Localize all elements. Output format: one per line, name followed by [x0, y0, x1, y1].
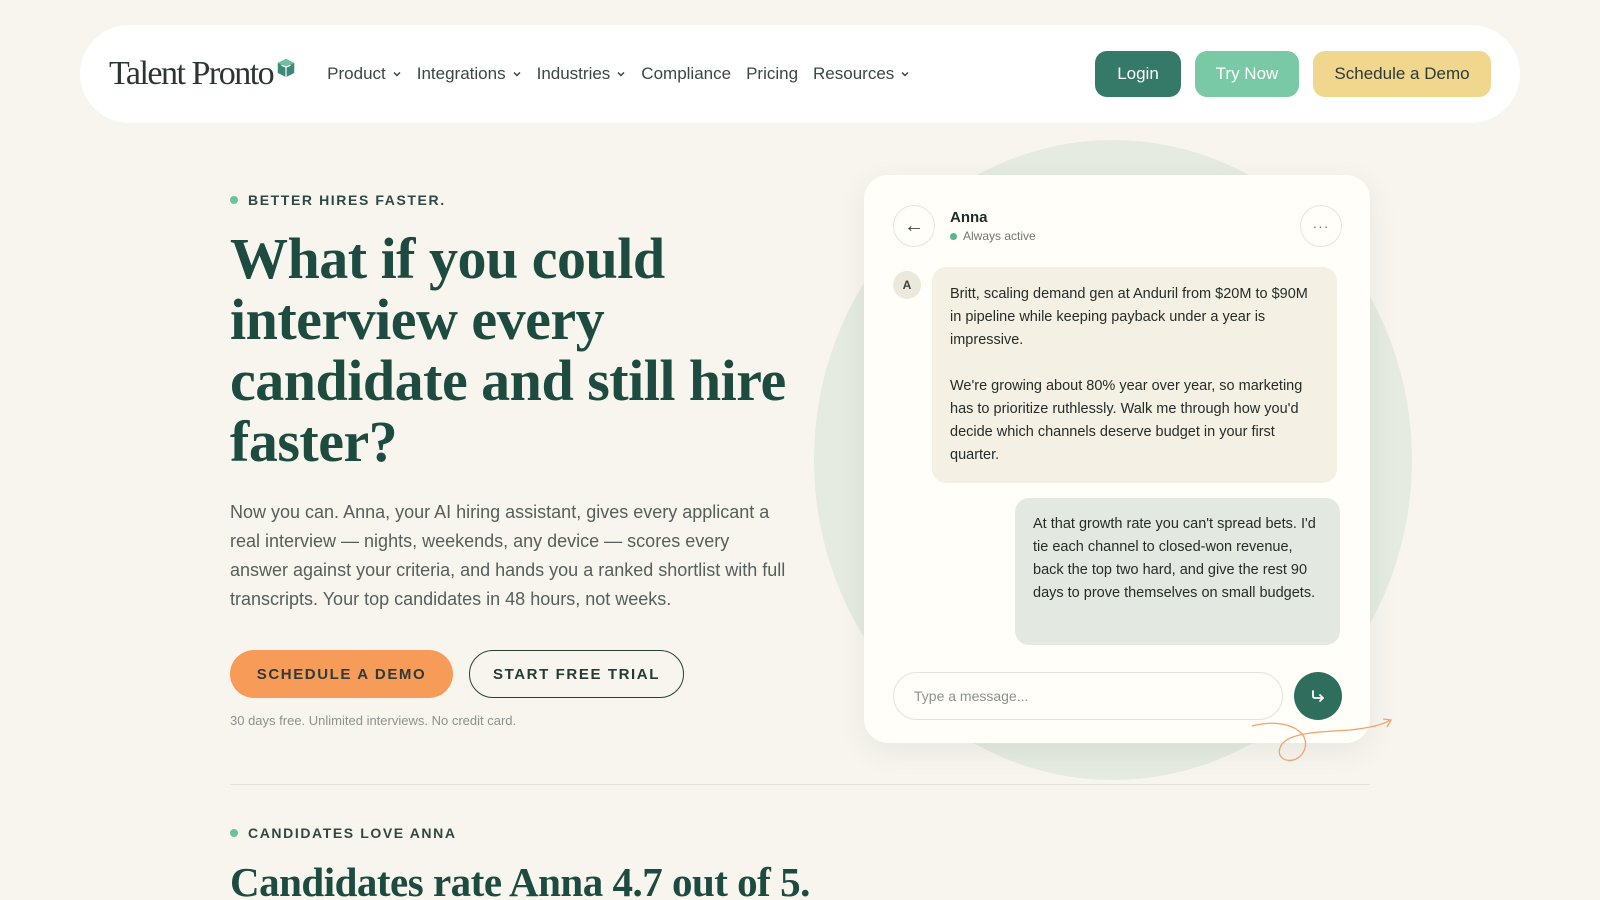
schedule-demo-nav-button[interactable]: Schedule a Demo: [1313, 51, 1491, 97]
section-eyebrow: CANDIDATES LOVE ANNA: [230, 825, 457, 841]
main-menu: Product Integrations Industries Complian…: [327, 64, 910, 84]
arrow-left-icon[interactable]: ←: [893, 205, 935, 247]
start-free-trial-button[interactable]: START FREE TRIAL: [469, 650, 684, 698]
nav-item-label: Pricing: [746, 64, 799, 83]
nav-item-label: Industries: [536, 64, 611, 83]
nav-item-label: Integrations: [416, 64, 506, 83]
hero-eyebrow-text: BETTER HIRES FASTER.: [248, 192, 446, 208]
top-nav: Talent Pronto Product Integrations Indus…: [80, 25, 1520, 123]
incoming-message-paragraph: Britt, scaling demand gen at Anduril fro…: [950, 286, 1308, 348]
hero-eyebrow: BETTER HIRES FASTER.: [230, 192, 446, 208]
section-title: Candidates rate Anna 4.7 out of 5.: [230, 859, 810, 900]
logo-text: Talent Pronto: [109, 55, 275, 92]
message-input[interactable]: [893, 672, 1283, 720]
login-button[interactable]: Login: [1095, 51, 1181, 97]
chat-contact-name: Anna: [950, 209, 988, 226]
section-eyebrow-text: CANDIDATES LOVE ANNA: [248, 825, 457, 841]
chevron-down-icon: [901, 71, 909, 77]
nav-item-industries[interactable]: Industries: [537, 64, 627, 84]
nav-item-label: Product: [327, 64, 386, 83]
send-button[interactable]: [1294, 672, 1342, 720]
eyebrow-dot: [230, 196, 238, 204]
chevron-down-icon: [617, 71, 625, 77]
chat-status: Always active: [950, 229, 1036, 243]
nav-item-pricing[interactable]: Pricing: [746, 64, 798, 84]
nav-item-compliance[interactable]: Compliance: [641, 64, 731, 84]
hero-description: Now you can. Anna, your AI hiring assist…: [230, 502, 786, 609]
nav-item-integrations[interactable]: Integrations: [417, 64, 522, 84]
chat-window: ← Anna Always active ··· A Britt, scalin…: [864, 175, 1370, 743]
nav-item-resources[interactable]: Resources: [813, 64, 910, 84]
brand-logo[interactable]: Talent Pronto: [109, 57, 297, 91]
send-icon: [1312, 690, 1324, 702]
incoming-message: Britt, scaling demand gen at Anduril fro…: [932, 267, 1337, 483]
nav-actions: Login Try Now Schedule a Demo: [1095, 51, 1491, 97]
outgoing-message: At that growth rate you can't spread bet…: [1015, 498, 1340, 645]
hero-title: What if you could interview every candid…: [230, 226, 786, 474]
eyebrow-dot: [230, 829, 238, 837]
hero-fineprint: 30 days free. Unlimited interviews. No c…: [230, 713, 517, 728]
nav-item-product[interactable]: Product: [327, 64, 402, 84]
nav-item-label: Resources: [813, 64, 895, 83]
nav-item-label: Compliance: [641, 64, 732, 83]
incoming-message-paragraph: We're growing about 80% year over year, …: [950, 378, 1303, 463]
more-horizontal-icon[interactable]: ···: [1300, 205, 1342, 247]
section-divider: [230, 784, 1370, 785]
try-now-button[interactable]: Try Now: [1195, 51, 1299, 97]
schedule-demo-button[interactable]: SCHEDULE A DEMO: [230, 650, 453, 698]
cube-icon: [277, 58, 295, 78]
decorative-squiggle: [1251, 718, 1393, 762]
avatar: A: [893, 271, 921, 299]
chevron-down-icon: [393, 71, 401, 77]
chevron-down-icon: [513, 71, 521, 77]
online-status-dot: [950, 232, 957, 240]
chat-status-text: Always active: [963, 229, 1036, 243]
